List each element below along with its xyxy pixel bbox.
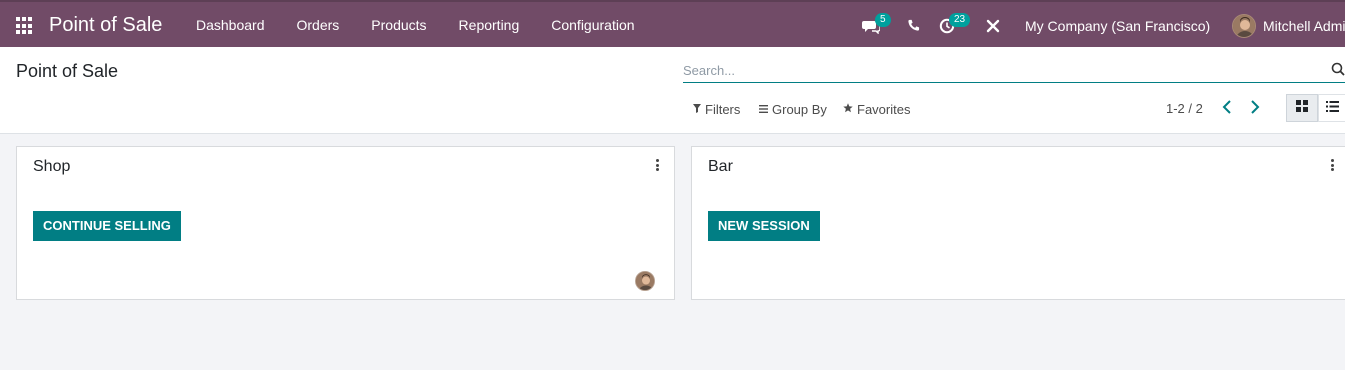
card-menu-dots-icon[interactable]	[1327, 157, 1337, 173]
user-avatar	[1232, 14, 1256, 38]
star-icon	[843, 103, 853, 116]
favorites-button[interactable]: Favorites	[843, 102, 910, 117]
activities-count-badge: 23	[949, 13, 971, 27]
messages-count-badge: 5	[875, 13, 891, 27]
card-title: Shop	[33, 158, 71, 175]
filters-button[interactable]: Filters	[693, 102, 740, 117]
group-by-bars-icon	[759, 104, 768, 116]
pos-card-shop[interactable]: Shop CONTINUE SELLING	[16, 146, 675, 300]
phone-icon[interactable]	[907, 19, 920, 37]
group-by-label: Group By	[772, 102, 827, 117]
main-navbar: Point of Sale Dashboard Orders Products …	[0, 0, 1345, 47]
app-brand[interactable]: Point of Sale	[49, 14, 162, 37]
pager-next-icon[interactable]	[1250, 99, 1260, 120]
card-menu-dots-icon[interactable]	[652, 157, 662, 173]
company-switcher[interactable]: My Company (San Francisco)	[1025, 18, 1210, 34]
group-by-button[interactable]: Group By	[759, 102, 827, 117]
kanban-grid-icon	[1296, 99, 1308, 117]
filters-label: Filters	[705, 102, 741, 117]
search-icon[interactable]	[1331, 62, 1345, 81]
menu-item-configuration[interactable]: Configuration	[535, 2, 650, 47]
user-name: Mitchell Admin	[1263, 18, 1345, 34]
search-bar	[683, 58, 1345, 83]
continue-selling-button[interactable]: CONTINUE SELLING	[33, 211, 181, 241]
favorites-label: Favorites	[857, 102, 911, 117]
search-input[interactable]	[683, 60, 1323, 80]
list-view-icon	[1326, 99, 1339, 117]
menu-item-dashboard[interactable]: Dashboard	[180, 2, 281, 47]
debug-tools-icon[interactable]	[986, 19, 1000, 38]
kanban-view-button[interactable]	[1286, 94, 1318, 122]
pos-card-bar[interactable]: Bar NEW SESSION	[691, 146, 1345, 300]
menu-item-products[interactable]: Products	[355, 2, 442, 47]
session-user-avatar	[635, 271, 655, 291]
menu-item-orders[interactable]: Orders	[281, 2, 356, 47]
user-menu[interactable]: Mitchell Admin	[1232, 14, 1345, 38]
list-view-button[interactable]	[1318, 94, 1345, 122]
top-menu: Dashboard Orders Products Reporting Conf…	[180, 2, 651, 47]
control-panel: Point of Sale Filters Group By Favorites…	[0, 47, 1345, 134]
card-title: Bar	[708, 158, 733, 175]
new-session-button[interactable]: NEW SESSION	[708, 211, 820, 241]
filter-funnel-icon	[693, 103, 701, 116]
apps-menu-icon[interactable]	[16, 17, 34, 35]
menu-item-reporting[interactable]: Reporting	[443, 2, 536, 47]
pager-value[interactable]: 1-2 / 2	[1166, 101, 1203, 116]
breadcrumb-title: Point of Sale	[16, 61, 119, 81]
pager-previous-icon[interactable]	[1222, 99, 1232, 120]
